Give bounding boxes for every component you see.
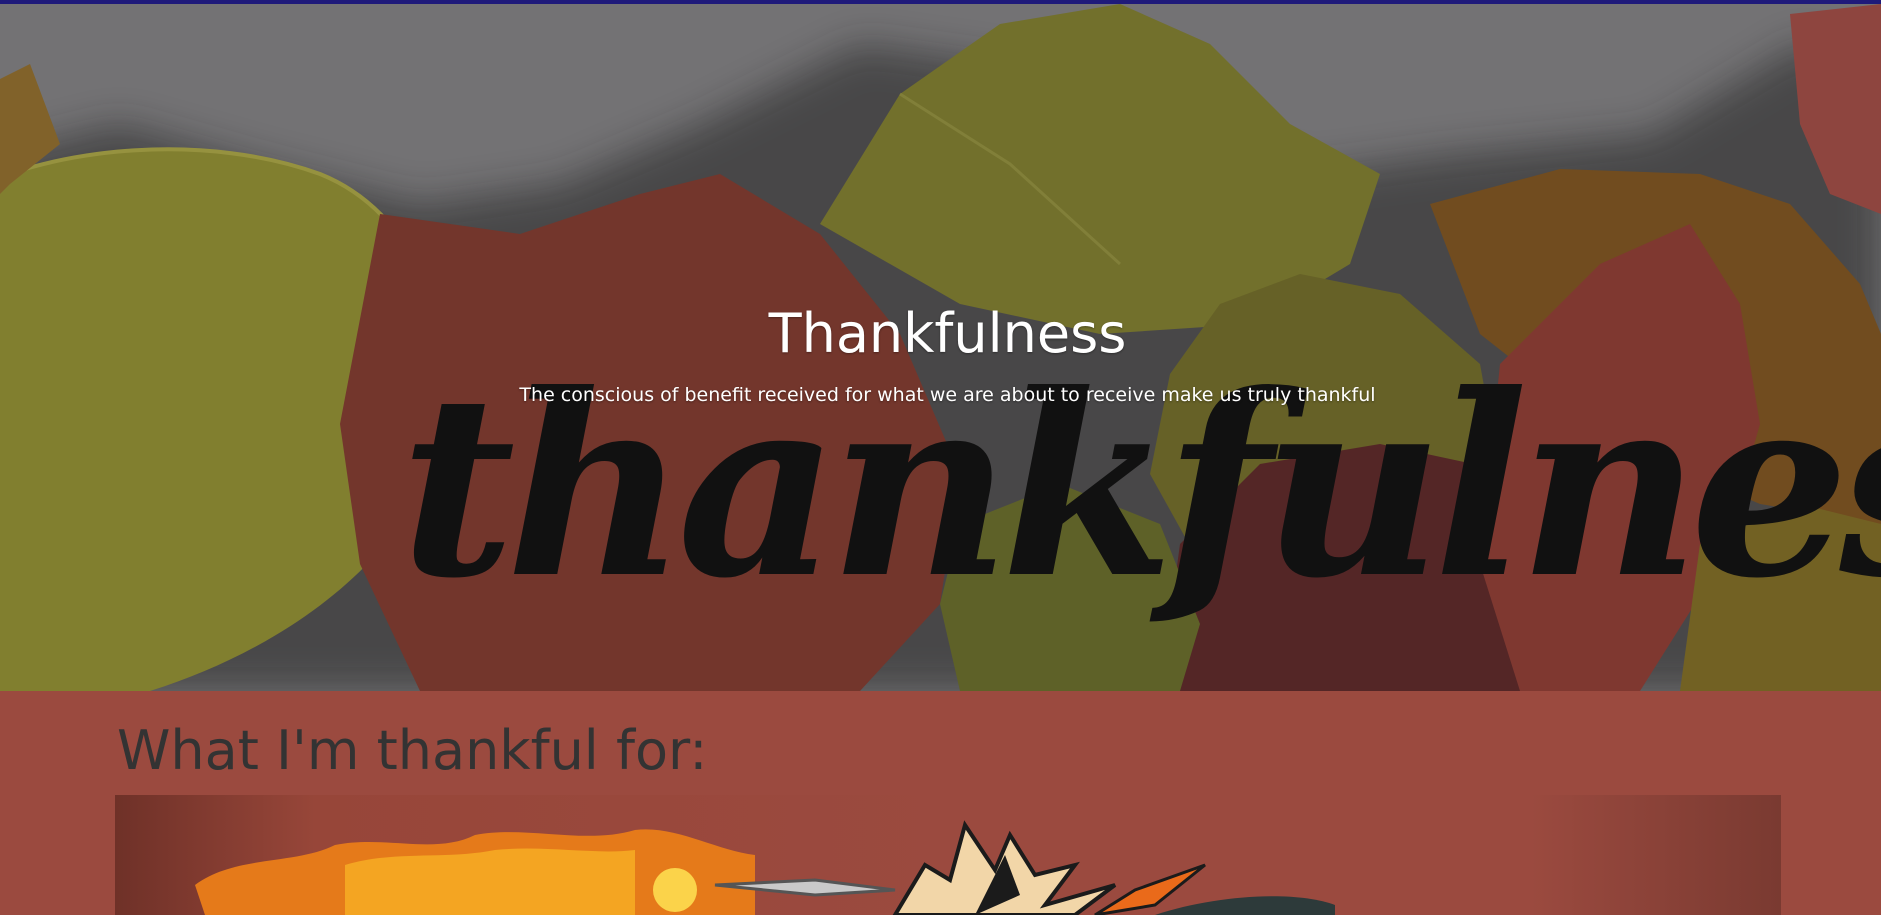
page-title: Thankfulness <box>768 302 1127 365</box>
page-subtitle: The conscious of benefit received for wh… <box>519 384 1376 406</box>
section-heading: What I'm thankful for: <box>117 719 708 782</box>
anime-character-explosion-image <box>115 795 1781 915</box>
thankful-section: What I'm thankful for: <box>0 691 1881 915</box>
feature-illustration <box>195 820 1335 915</box>
hero-banner: thankfulness Thankfulness The conscious … <box>0 4 1881 691</box>
